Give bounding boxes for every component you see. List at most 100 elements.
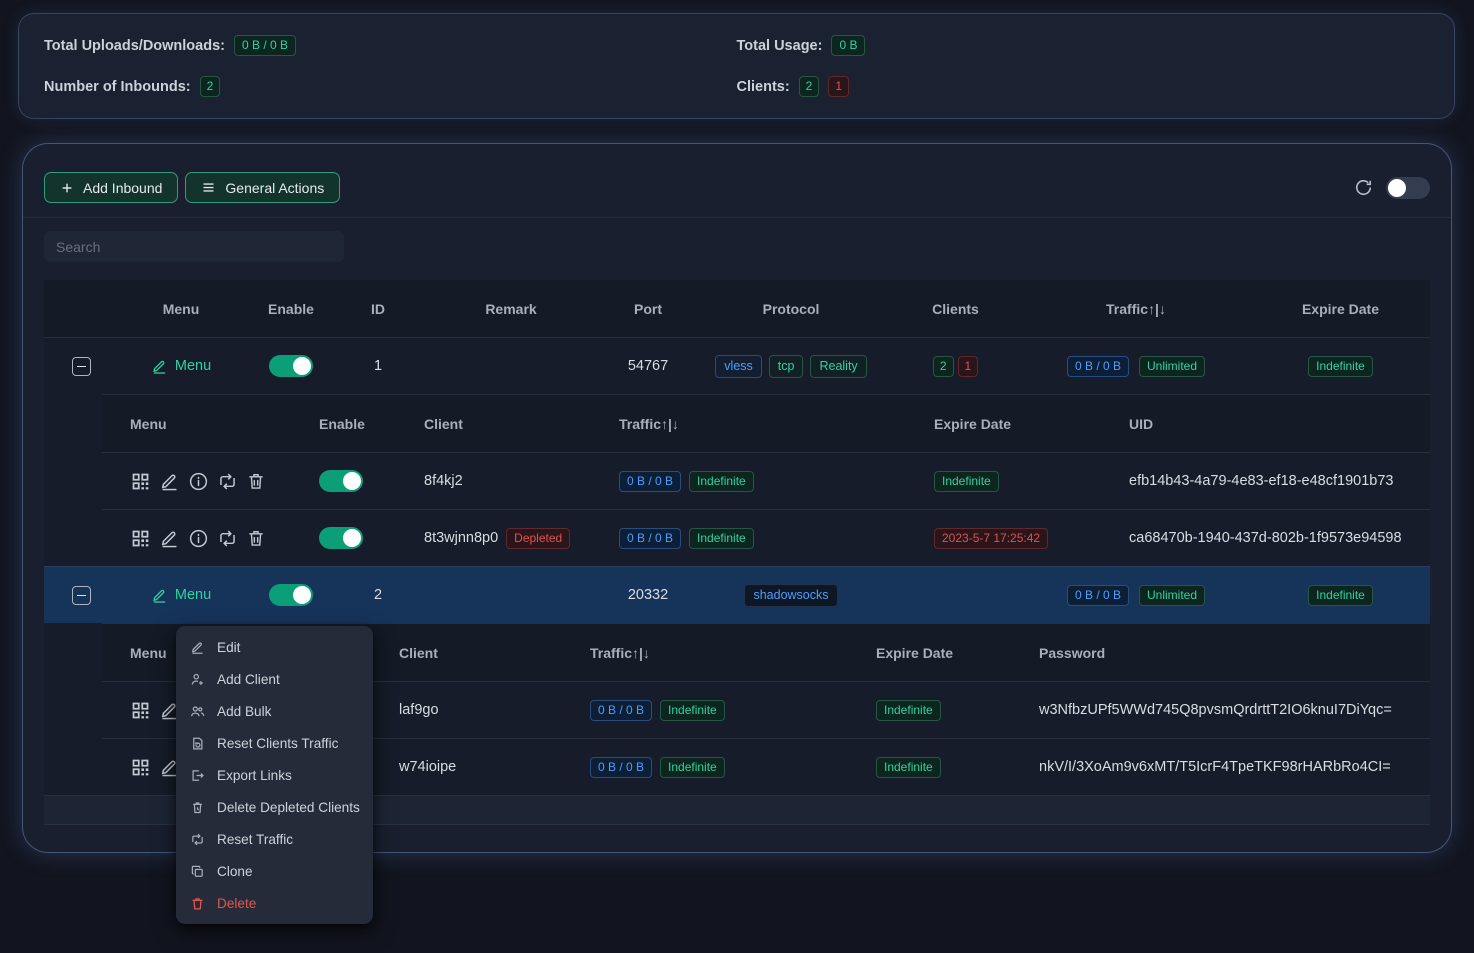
client-password: nkV/I/3XoAm9v6xMT/T5IcrF4TpeTKF98rHARbRo… [1021, 759, 1430, 775]
client-enable-toggle[interactable] [319, 470, 363, 492]
qrcode-icon[interactable] [130, 528, 151, 549]
expire-badge: Indefinite [876, 700, 941, 721]
edit-client-icon[interactable] [159, 528, 180, 549]
transport-tag: tcp [769, 355, 804, 378]
sub-header-traffic-sort[interactable]: Traffic↑|↓ [572, 645, 858, 661]
quota-badge: Indefinite [689, 471, 754, 492]
security-tag: Reality [810, 355, 866, 378]
search-input[interactable] [44, 231, 344, 262]
inbound-menu-button[interactable]: Menu [151, 358, 211, 375]
inbound-id: 2 [338, 587, 418, 603]
total-uploads-downloads-label: Total Uploads/Downloads: [44, 38, 225, 54]
client-traffic: 0 B / 0 B Indefinite [601, 471, 916, 492]
client-uid: efb14b43-4a79-4e83-ef18-e48cf1901b73 [1111, 473, 1430, 489]
refresh-icon[interactable] [1354, 178, 1373, 197]
traffic-badge: 0 B / 0 B [590, 757, 652, 778]
inbound-row-1: Menu 1 54767 vless tcp Reality 2 1 0 B /… [44, 337, 1430, 394]
reset-traffic-icon[interactable] [217, 528, 238, 549]
menu-item-clone[interactable]: Clone [176, 855, 373, 887]
user-add-icon [189, 672, 205, 687]
stat-total-uploads-downloads: Total Uploads/Downloads: 0 B / 0 B [44, 35, 737, 56]
inbound-protocol-tags: vless tcp Reality [692, 355, 890, 378]
clients-active-count: 2 [799, 76, 820, 97]
qrcode-icon[interactable] [130, 700, 151, 721]
clients-depleted-count: 1 [828, 76, 849, 97]
menu-item-delete-depleted-clients[interactable]: Delete Depleted Clients [176, 791, 373, 823]
inbound-menu-button-open[interactable]: Menu [151, 587, 211, 604]
sub-header-expire: Expire Date [858, 645, 1021, 661]
expire-badge: Indefinite [876, 757, 941, 778]
menu-item-add-client[interactable]: Add Client [176, 663, 373, 695]
collapse-row-button[interactable] [72, 357, 91, 376]
export-icon [189, 768, 205, 783]
info-icon[interactable] [188, 528, 209, 549]
sub-header-expire: Expire Date [916, 416, 1111, 432]
menu-item-delete[interactable]: Delete [176, 887, 373, 919]
toolbar-divider [23, 217, 1451, 218]
menu-item-reset-traffic[interactable]: Reset Traffic [176, 823, 373, 855]
info-icon[interactable] [188, 471, 209, 492]
edit-client-icon[interactable] [159, 471, 180, 492]
inbound-protocol-tags: shadowsocks [692, 584, 890, 607]
trash-icon [189, 896, 205, 911]
delete-client-icon[interactable] [246, 471, 266, 491]
quota-badge: Indefinite [660, 757, 725, 778]
sub-header-enable: Enable [301, 416, 406, 432]
stat-number-of-inbounds: Number of Inbounds: 2 [44, 76, 737, 97]
inbound-enable-toggle[interactable] [269, 355, 313, 377]
menu-item-export-links[interactable]: Export Links [176, 759, 373, 791]
delete-client-icon[interactable] [246, 528, 266, 548]
sub-header-menu: Menu [102, 416, 301, 432]
auto-refresh-toggle[interactable] [1386, 177, 1430, 199]
number-of-inbounds-value: 2 [200, 76, 221, 97]
stat-clients: Clients: 2 1 [737, 76, 1430, 97]
inbound-client-counts: 2 1 [890, 356, 1021, 377]
client-traffic: 0 B / 0 B Indefinite [601, 528, 916, 549]
add-inbound-button[interactable]: Add Inbound [44, 172, 178, 203]
client-enable-toggle[interactable] [319, 527, 363, 549]
protocol-tag: vless [715, 355, 761, 378]
stats-right-column: Total Usage: 0 B Clients: 2 1 [737, 35, 1430, 97]
clients-subtable-header: Menu Enable Client Traffic↑|↓ Expire Dat… [102, 395, 1430, 452]
inbounds-card: Add Inbound General Actions Menu Enable … [22, 143, 1452, 853]
inbound-enable-toggle[interactable] [269, 584, 313, 606]
depleted-badge: Depleted [506, 528, 570, 549]
file-sync-icon [189, 736, 205, 751]
toolbar-right [1354, 177, 1430, 199]
general-actions-button[interactable]: General Actions [185, 172, 340, 203]
clients-label: Clients: [737, 79, 790, 95]
client-actions [102, 471, 301, 492]
collapse-row-button[interactable] [72, 586, 91, 605]
users-add-icon [189, 704, 205, 719]
edit-icon [189, 640, 205, 655]
reset-traffic-icon[interactable] [217, 471, 238, 492]
client-row: 8t3wjnn8p0 Depleted 0 B / 0 B Indefinite… [102, 509, 1430, 566]
inbounds-table-header: Menu Enable ID Remark Port Protocol Clie… [44, 280, 1430, 337]
quota-badge: Unlimited [1139, 356, 1205, 377]
qrcode-icon[interactable] [130, 471, 151, 492]
edit-pencil-icon [151, 358, 168, 375]
toolbar: Add Inbound General Actions [44, 172, 1430, 203]
header-enable: Enable [244, 301, 338, 317]
sub-header-uid: UID [1111, 416, 1430, 432]
total-usage-label: Total Usage: [737, 38, 823, 54]
sub-header-traffic-sort[interactable]: Traffic↑|↓ [601, 416, 916, 432]
qrcode-icon[interactable] [130, 757, 151, 778]
add-inbound-label: Add Inbound [83, 180, 162, 196]
number-of-inbounds-label: Number of Inbounds: [44, 79, 191, 95]
general-actions-label: General Actions [225, 180, 324, 196]
expire-badge: Indefinite [1308, 585, 1373, 606]
header-traffic-sort[interactable]: Traffic↑|↓ [1021, 301, 1251, 317]
menu-item-edit[interactable]: Edit [176, 631, 373, 663]
inbound-traffic: 0 B / 0 B Unlimited [1021, 356, 1251, 377]
stat-total-usage: Total Usage: 0 B [737, 35, 1430, 56]
inbound-menu-label: Menu [175, 587, 211, 603]
traffic-badge: 0 B / 0 B [1067, 356, 1129, 377]
inbound-context-menu: Edit Add Client Add Bulk Reset Clients T… [176, 626, 373, 924]
expire-badge: 2023-5-7 17:25:42 [934, 528, 1048, 549]
menu-item-add-bulk[interactable]: Add Bulk [176, 695, 373, 727]
traffic-badge: 0 B / 0 B [619, 471, 681, 492]
client-uid: ca68470b-1940-437d-802b-1f9573e94598 [1111, 530, 1430, 546]
menu-item-reset-clients-traffic[interactable]: Reset Clients Traffic [176, 727, 373, 759]
inbound-port: 20332 [604, 587, 692, 603]
